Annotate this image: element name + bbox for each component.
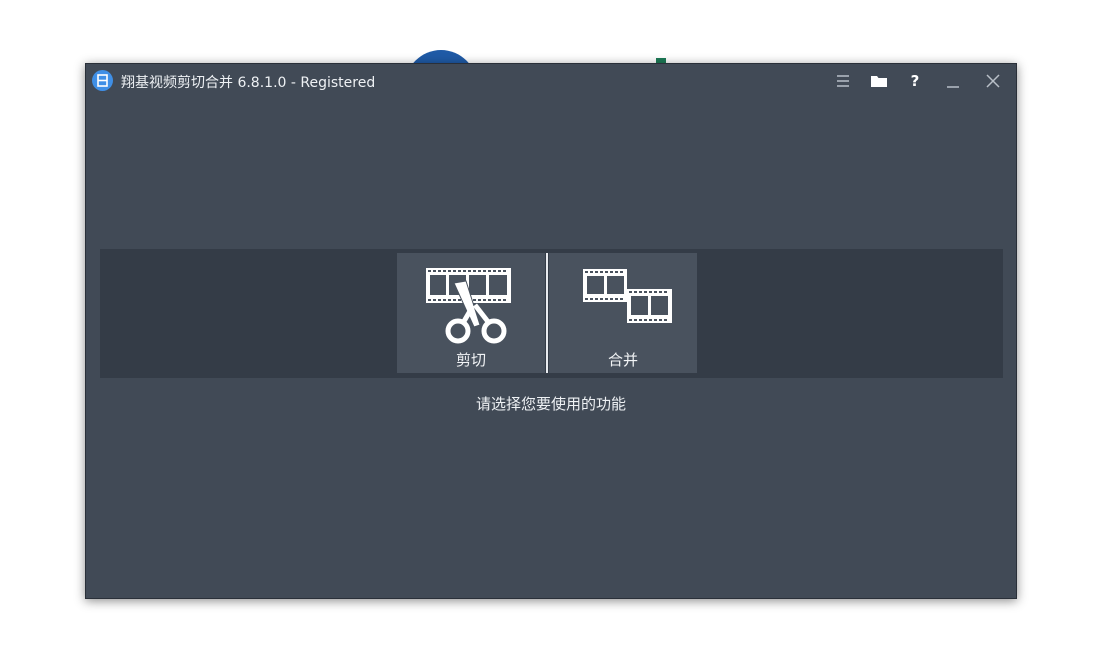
help-icon: ?	[911, 72, 920, 90]
film-merge-icon	[583, 269, 672, 323]
help-button[interactable]: ?	[904, 70, 926, 92]
film-scissors-icon	[426, 268, 511, 344]
menu-button[interactable]	[832, 70, 854, 92]
merge-label: 合并	[607, 351, 638, 369]
window-title: 翔基视频剪切合并 6.8.1.0 - Registered	[121, 75, 376, 91]
app-logo-icon	[92, 70, 113, 91]
folder-icon	[871, 76, 887, 87]
app-window: 翔基视频剪切合并 6.8.1.0 - Registered ? 剪切 合并 请选…	[85, 63, 1017, 599]
open-folder-button[interactable]	[868, 70, 890, 92]
close-button[interactable]	[982, 70, 1004, 92]
svg-text:?: ?	[911, 72, 920, 90]
close-icon	[986, 74, 1000, 88]
cut-button[interactable]: 剪切	[397, 253, 545, 373]
divider	[546, 253, 548, 373]
title-bar[interactable]: 翔基视频剪切合并 6.8.1.0 - Registered ?	[86, 64, 1016, 98]
merge-button[interactable]: 合并	[549, 253, 697, 373]
minimize-button[interactable]	[942, 70, 964, 92]
minimize-icon	[947, 86, 959, 88]
function-selector-band: 剪切 合并	[100, 249, 1003, 378]
cut-label: 剪切	[455, 351, 486, 369]
instruction-text: 请选择您要使用的功能	[475, 395, 626, 413]
menu-icon	[837, 75, 849, 87]
